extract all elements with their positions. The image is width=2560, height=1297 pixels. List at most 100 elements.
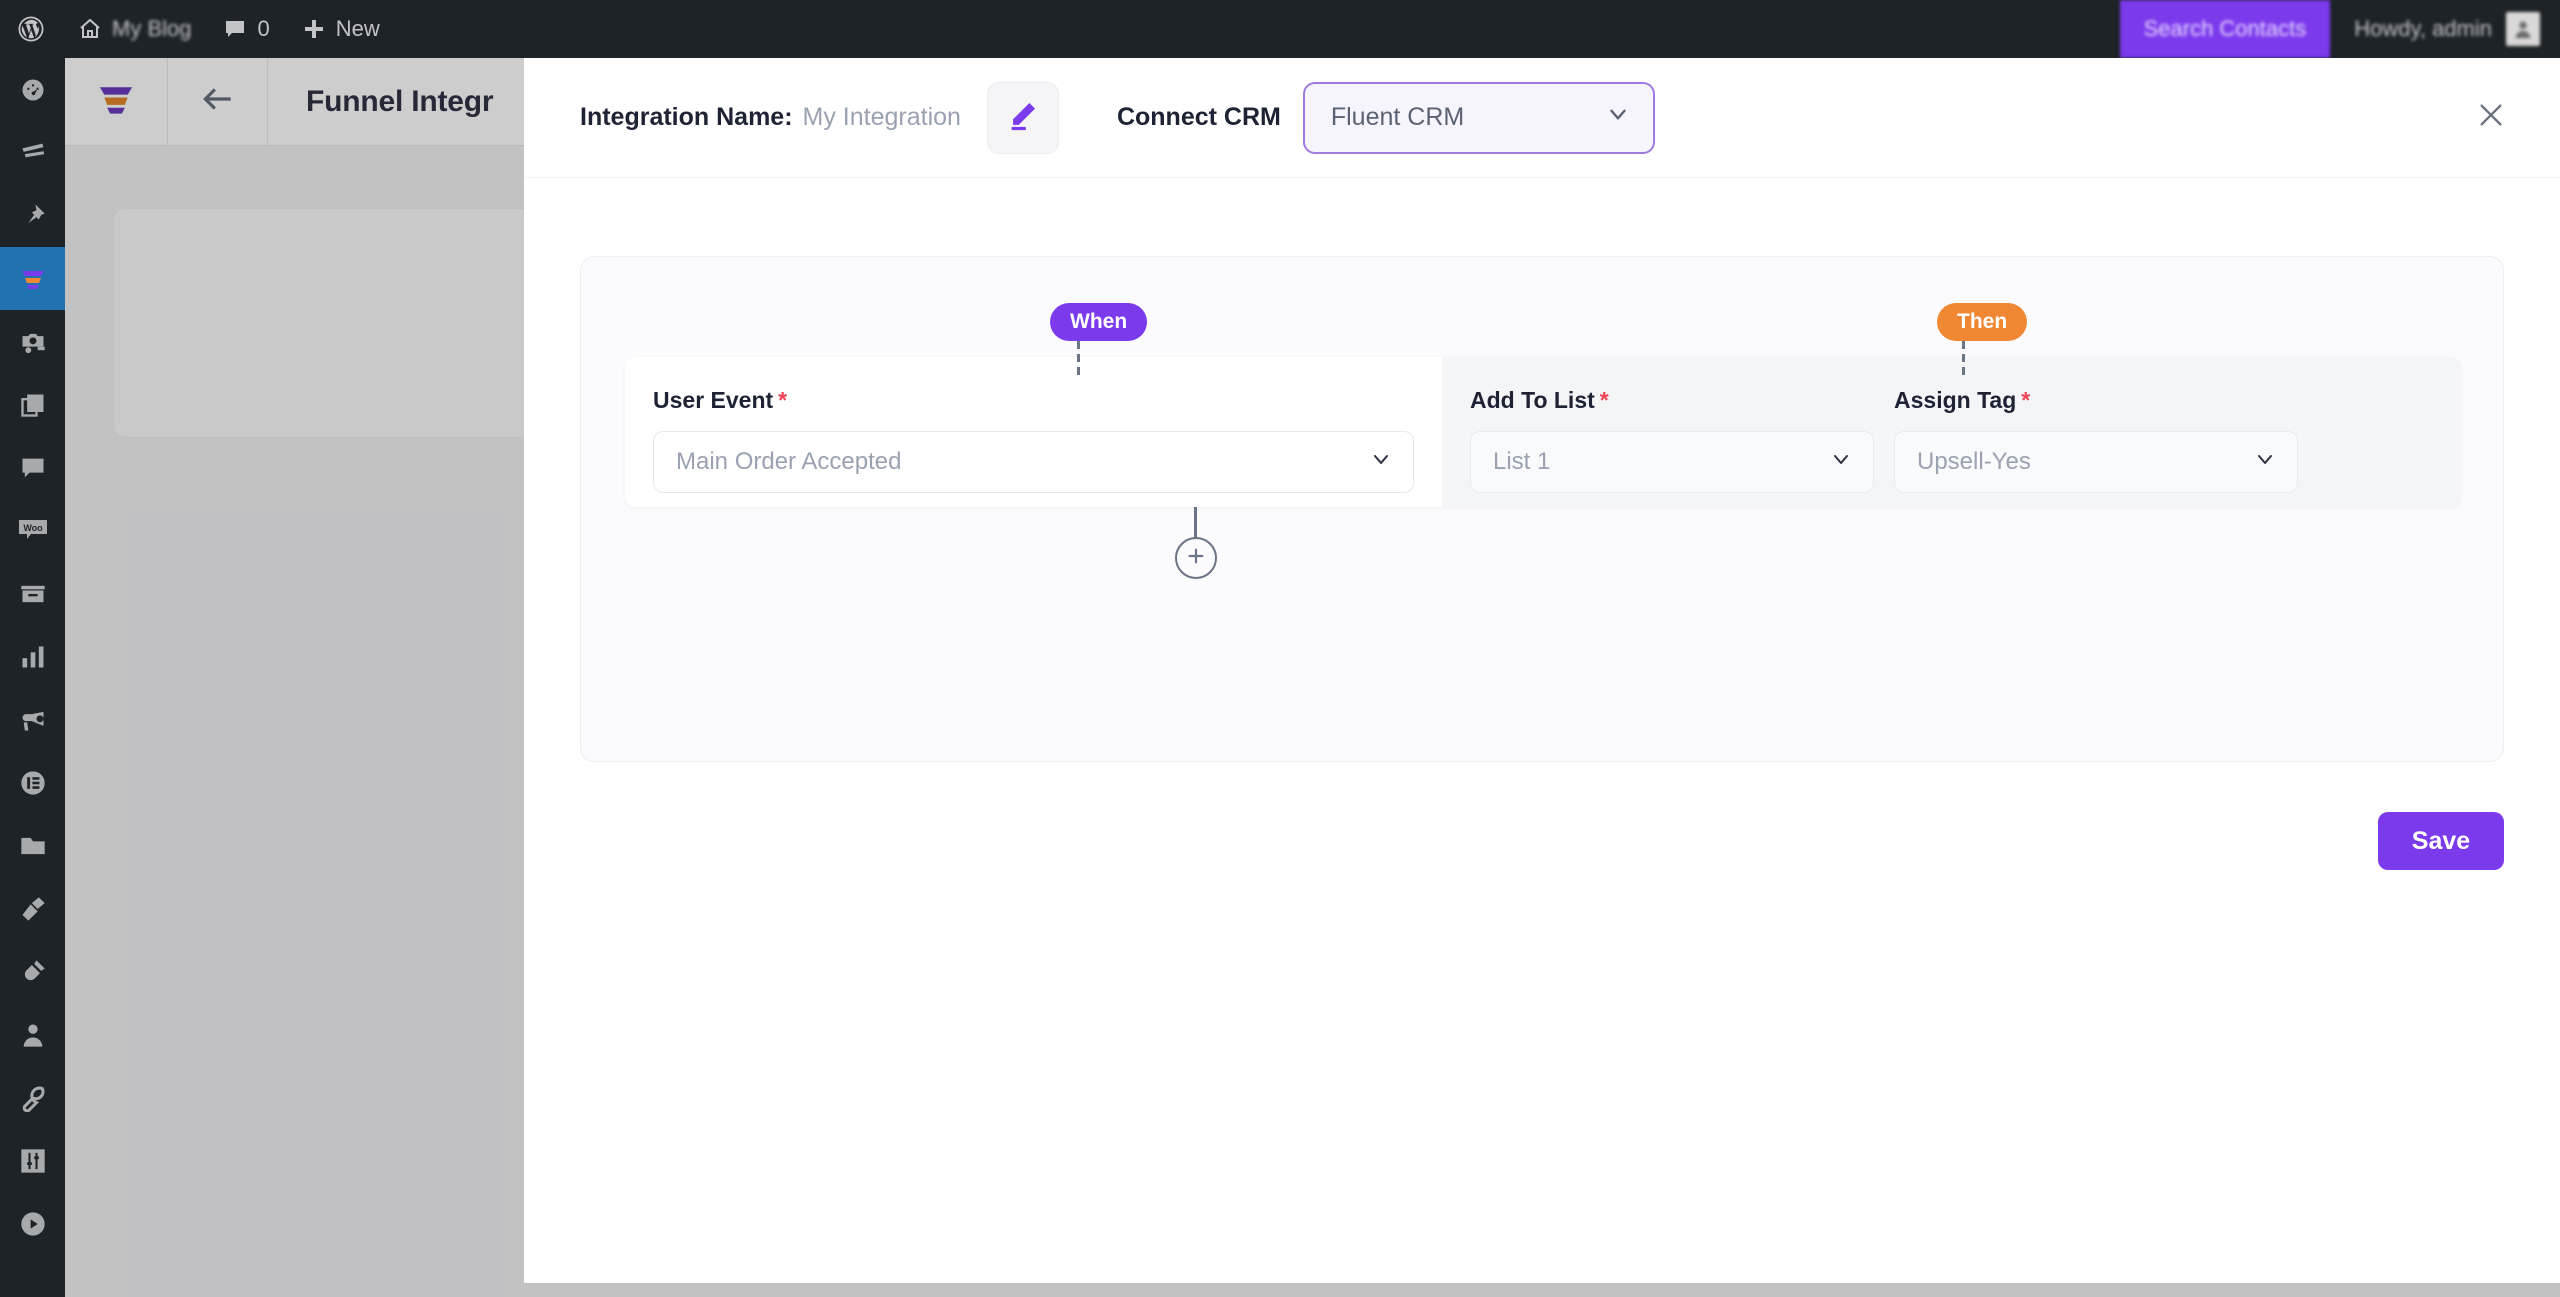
sidebar-item-pages[interactable] [0,373,65,436]
save-button[interactable]: Save [2378,812,2504,870]
close-x-icon [2475,99,2507,136]
crm-select[interactable]: Fluent CRM [1302,81,1655,154]
sidebar-item-plugins[interactable] [0,940,65,1003]
camera-icon [19,328,47,356]
add-to-list-field: Add To List * List 1 [1470,387,1874,507]
add-step-connector-line [1194,507,1197,541]
new-content-menu[interactable]: New [286,0,396,58]
sidebar-item-posts[interactable] [0,121,65,184]
user-event-value: Main Order Accepted [676,448,902,475]
integration-name-value: My Integration [802,103,961,131]
woo-icon: Woo [17,518,49,544]
bar-chart-icon [19,643,47,671]
sidebar-item-dashboard[interactable] [0,58,65,121]
site-name-menu[interactable]: My Blog [62,0,207,58]
modal-header: Integration Name: My Integration Connect… [524,58,2560,178]
wrench-icon [19,1084,47,1112]
posts-icon [19,139,47,167]
sidebar-item-tools[interactable] [0,1066,65,1129]
sidebar-item-appearance[interactable] [0,877,65,940]
wp-logo-menu[interactable] [0,0,62,58]
paintbrush-icon [19,895,47,923]
comments-count: 0 [257,16,270,41]
plug-icon [19,958,47,986]
folder-icon [19,832,47,860]
workflow-panels-row: User Event * Main Order Accepted Add To … [625,357,2461,507]
sidebar-item-templates[interactable] [0,814,65,877]
chevron-down-icon [1369,447,1393,478]
comments-menu[interactable]: 0 [207,0,285,58]
pencil-edit-icon [1006,98,1040,137]
workflow-canvas: When Then User Event * Main Order Accepte… [580,256,2504,762]
user-event-label-text: User Event [653,387,774,413]
sliders-icon [19,1147,47,1175]
sidebar-item-portfolio[interactable] [0,310,65,373]
add-to-list-label: Add To List * [1470,387,1874,414]
plus-circle-icon [1185,545,1207,572]
comment-bubble-icon [223,17,247,41]
new-content-label: New [335,16,380,41]
user-icon [19,1021,47,1049]
assign-tag-field: Assign Tag * Upsell-Yes [1894,387,2298,507]
edit-integration-name-button[interactable] [986,81,1059,154]
required-marker: * [2021,387,2031,413]
add-to-list-label-text: Add To List [1470,387,1595,413]
then-connector-line [1962,341,1965,379]
pin-icon [19,202,47,230]
required-marker: * [778,387,788,413]
sidebar-item-users[interactable] [0,1003,65,1066]
sidebar-item-products[interactable] [0,562,65,625]
when-panel: User Event * Main Order Accepted [625,357,1442,507]
sidebar-item-media[interactable] [0,184,65,247]
connect-crm-label: Connect CRM [1116,103,1281,131]
sidebar-item-comments[interactable] [0,436,65,499]
assign-tag-label-text: Assign Tag [1894,387,2017,413]
assign-tag-value: Upsell-Yes [1917,448,2031,475]
add-to-list-value: List 1 [1493,448,1551,475]
avatar [2506,12,2540,46]
user-event-field: User Event * Main Order Accepted [653,387,1414,493]
add-to-list-select[interactable]: List 1 [1470,431,1874,493]
sidebar-item-analytics[interactable] [0,625,65,688]
chevron-down-icon [1605,101,1631,134]
product-box-icon [19,580,47,608]
when-step-badge: When [1050,303,1148,341]
comment-bubble-icon [19,454,47,482]
assign-tag-select[interactable]: Upsell-Yes [1894,431,2298,493]
close-modal-button[interactable] [2468,95,2514,141]
add-step-button[interactable] [1175,537,1217,579]
howdy-account-menu[interactable]: Howdy, admin [2330,0,2560,58]
user-event-label: User Event * [653,387,1414,414]
chevron-down-icon [1829,447,1853,478]
megaphone-icon [19,706,47,734]
sidebar-item-settings[interactable] [0,1129,65,1192]
then-step-badge: Then [1937,303,2028,341]
search-contacts-button[interactable]: Search Contacts [2119,0,2331,58]
integration-name-label: Integration Name: [580,103,793,131]
svg-text:Woo: Woo [23,523,43,533]
then-panel: Add To List * List 1 Assign Tag * Upsell… [1442,357,2461,507]
crm-select-value: Fluent CRM [1330,103,1465,131]
pages-icon [19,391,47,419]
modal-footer: Save [580,812,2504,870]
chevron-down-icon [2253,447,2277,478]
sidebar-item-woocommerce[interactable]: Woo [0,499,65,562]
wp-admin-bar: My Blog 0 New Search Contacts Howdy, adm… [0,0,2560,58]
sidebar-item-collapse-menu[interactable] [0,1192,65,1255]
required-marker: * [1599,387,1609,413]
assign-tag-label: Assign Tag * [1894,387,2298,414]
site-name-label: My Blog [112,16,192,41]
user-event-select[interactable]: Main Order Accepted [653,431,1414,493]
when-connector-line [1077,341,1080,379]
integration-modal: Integration Name: My Integration Connect… [524,58,2560,1283]
wp-admin-sidebar: Woo [0,58,65,1297]
sidebar-item-marketing[interactable] [0,688,65,751]
sidebar-item-funnel-builder[interactable] [0,247,65,310]
howdy-label: Howdy, admin [2354,16,2492,41]
sidebar-item-elementor[interactable] [0,751,65,814]
play-circle-icon [19,1210,47,1238]
plus-icon [302,17,326,41]
wordpress-logo-icon [16,14,46,44]
funnel-icon [18,264,48,294]
home-icon [78,17,102,41]
